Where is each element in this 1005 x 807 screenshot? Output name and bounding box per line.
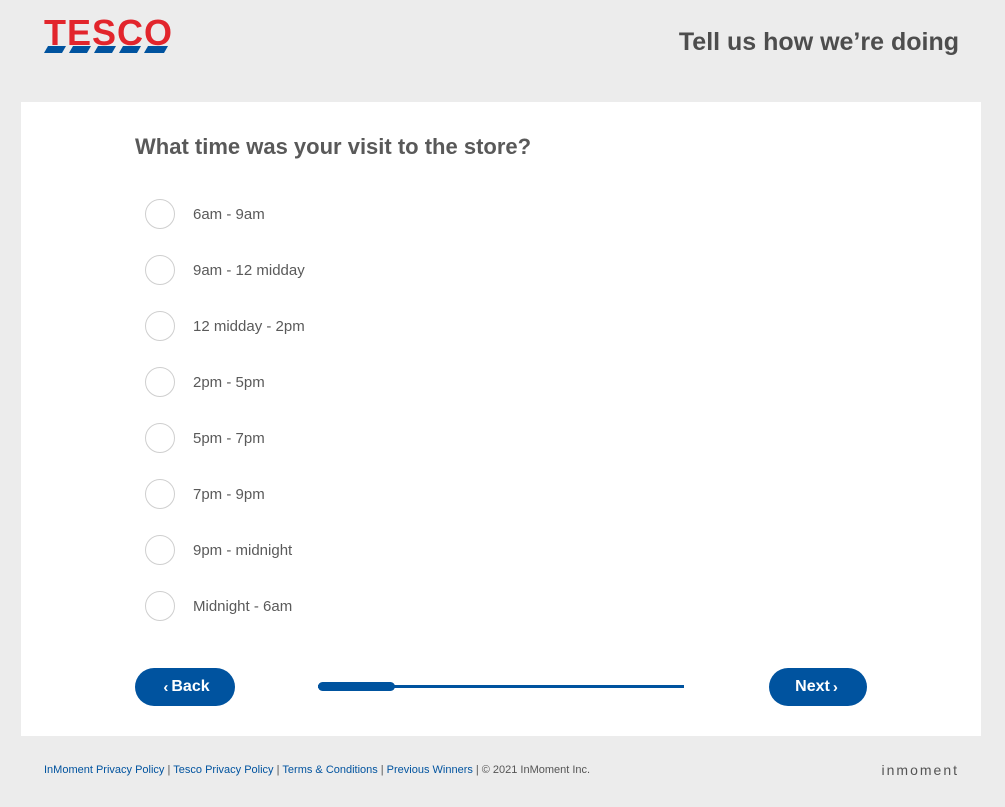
progress-fill (318, 682, 395, 691)
visit-time-options: 6am - 9am 9am - 12 midday 12 midday - 2p… (145, 186, 305, 634)
option-label: 12 midday - 2pm (193, 317, 305, 335)
option-label: 6am - 9am (193, 205, 265, 223)
separator: | (167, 764, 171, 776)
option-label: 9pm - midnight (193, 541, 293, 559)
logo-stripes-icon (44, 46, 168, 53)
radio-button[interactable] (145, 199, 175, 229)
radio-button[interactable] (145, 255, 175, 285)
option-midnight-6am[interactable]: Midnight - 6am (145, 578, 305, 634)
inmoment-logo: inmoment (881, 762, 959, 778)
tesco-privacy-link[interactable]: Tesco Privacy Policy (173, 764, 273, 776)
option-6am-9am[interactable]: 6am - 9am (145, 186, 305, 242)
option-label: 2pm - 5pm (193, 373, 265, 391)
progress-bar (318, 682, 684, 691)
option-2pm-5pm[interactable]: 2pm - 5pm (145, 354, 305, 410)
chevron-left-icon: ‹ (163, 678, 169, 696)
separator: | (380, 764, 384, 776)
back-button-label: Back (171, 678, 210, 695)
back-button[interactable]: ‹ Back (135, 668, 235, 706)
radio-button[interactable] (145, 591, 175, 621)
option-12-midday-2pm[interactable]: 12 midday - 2pm (145, 298, 305, 354)
option-7pm-9pm[interactable]: 7pm - 9pm (145, 466, 305, 522)
copyright-text: © 2021 InMoment Inc. (481, 764, 591, 776)
option-9am-12-midday[interactable]: 9am - 12 midday (145, 242, 305, 298)
radio-button[interactable] (145, 311, 175, 341)
separator: | (276, 764, 280, 776)
next-button-label: Next (795, 678, 830, 695)
option-label: Midnight - 6am (193, 597, 293, 615)
tesco-logo: TESCO (44, 12, 174, 56)
next-button[interactable]: Next › (769, 668, 867, 706)
previous-winners-link[interactable]: Previous Winners (387, 764, 473, 776)
page-header: TESCO Tell us how we’re doing (0, 0, 1005, 102)
terms-link[interactable]: Terms & Conditions (282, 764, 377, 776)
option-label: 9am - 12 midday (193, 261, 305, 279)
radio-button[interactable] (145, 423, 175, 453)
option-5pm-7pm[interactable]: 5pm - 7pm (145, 410, 305, 466)
radio-button[interactable] (145, 535, 175, 565)
separator: | (475, 764, 479, 776)
radio-button[interactable] (145, 367, 175, 397)
footer-links: InMoment Privacy Policy | Tesco Privacy Po… (44, 764, 590, 776)
question-heading: What time was your visit to the store? (135, 134, 532, 159)
chevron-right-icon: › (832, 678, 838, 696)
logo-wordmark: TESCO (44, 12, 174, 53)
option-label: 5pm - 7pm (193, 429, 265, 447)
option-9pm-midnight[interactable]: 9pm - midnight (145, 522, 305, 578)
inmoment-privacy-link[interactable]: InMoment Privacy Policy (44, 764, 164, 776)
option-label: 7pm - 9pm (193, 485, 265, 503)
radio-button[interactable] (145, 479, 175, 509)
page-tagline: Tell us how we’re doing (678, 28, 959, 56)
survey-card: What time was your visit to the store? 6… (21, 102, 981, 736)
